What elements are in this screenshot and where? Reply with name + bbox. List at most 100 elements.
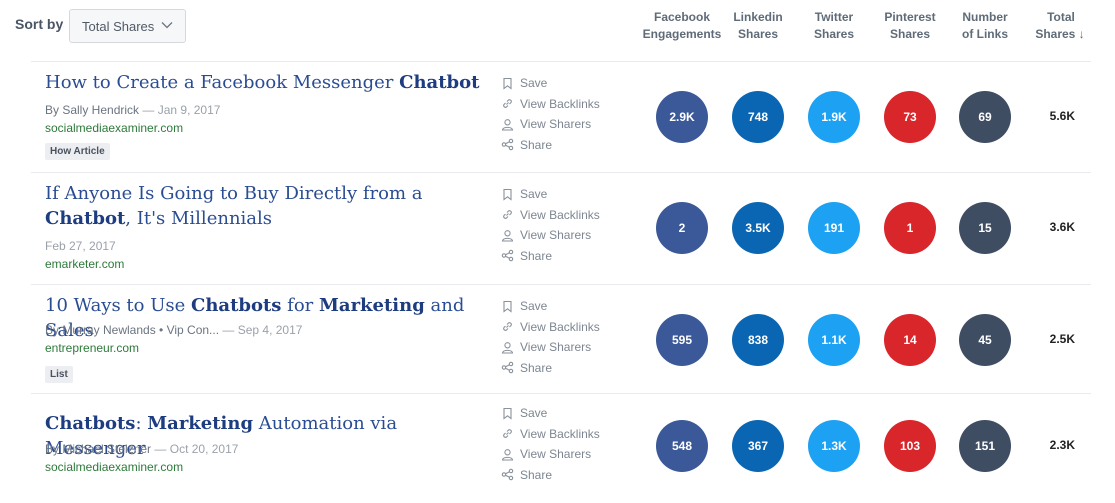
backlinks-action[interactable]: View Backlinks [501,205,600,226]
action-label: View Sharers [520,340,592,355]
article-author[interactable]: By Murray Newlands • Vip Con... [45,323,222,337]
action-label: Share [520,360,553,375]
article-title-link[interactable]: How to Create a Facebook Messenger Chatb… [45,70,485,95]
pinterest-count-badge[interactable]: 103 [884,420,936,472]
article-domain-link[interactable]: socialmediaexaminer.com [45,121,183,135]
twitter-count-badge[interactable]: 1.3K [808,420,860,472]
link-icon [503,99,512,109]
article-row: If Anyone Is Going to Buy Directly from … [31,172,1091,284]
link-icon [503,210,512,220]
link-icon [503,322,512,332]
action-label: View Backlinks [520,426,600,441]
pinterest-count-badge[interactable]: 14 [884,314,936,366]
column-header-line: Shares ↓ [1035,27,1085,41]
action-label: Save [520,76,548,91]
article-meta: Feb 27, 2017 [45,239,116,253]
share-icon [501,249,514,262]
save-action[interactable]: Save [501,73,600,94]
links-count-badge[interactable]: 15 [959,202,1011,254]
user-icon [501,448,514,461]
share-icon [501,138,514,151]
title-keyword: Chatbot [399,72,480,93]
user-icon [501,229,514,242]
article-author[interactable]: By Sally Hendrick [45,103,142,117]
sort-label: Sort by [15,16,64,32]
share-action[interactable]: Share [501,465,600,486]
bookmark-icon [503,77,512,90]
pinterest-count-badge[interactable]: 73 [884,91,936,143]
links-count-badge[interactable]: 69 [959,91,1011,143]
links-count-badge[interactable]: 151 [959,420,1011,472]
bookmark-icon [503,407,512,420]
action-label: Save [520,406,548,421]
sort-dropdown[interactable]: Total Shares [69,9,186,43]
article-actions: Save View Backlinks View Sharers Share [501,73,600,155]
backlinks-action[interactable]: View Backlinks [501,317,600,338]
facebook-count-badge[interactable]: 2 [656,202,708,254]
total-shares-value: 3.6K [1049,220,1075,234]
article-domain-link[interactable]: entrepreneur.com [45,341,139,355]
article-meta: By Sally Hendrick — Jan 9, 2017 [45,103,220,117]
twitter-count-badge[interactable]: 1.9K [808,91,860,143]
sort-selected-value: Total Shares [82,18,155,34]
backlinks-action[interactable]: View Backlinks [501,424,600,445]
column-header-total[interactable]: Total Shares ↓ [1015,9,1105,43]
twitter-count-badge[interactable]: 1.1K [808,314,860,366]
sharers-action[interactable]: View Sharers [501,444,600,465]
facebook-count-badge[interactable]: 2.9K [656,91,708,143]
bookmark-icon [503,188,512,201]
share-action[interactable]: Share [501,246,600,267]
links-count-badge[interactable]: 45 [959,314,1011,366]
user-icon [501,118,514,131]
article-author[interactable]: By Michael Stelzner [45,442,154,456]
sharers-action[interactable]: View Sharers [501,114,600,135]
user-icon [501,341,514,354]
linkedin-count-badge[interactable]: 3.5K [732,202,784,254]
share-action[interactable]: Share [501,358,600,379]
article-row: How to Create a Facebook Messenger Chatb… [31,61,1091,172]
article-title-link[interactable]: If Anyone Is Going to Buy Directly from … [45,181,485,231]
sort-arrow-icon: ↓ [1075,27,1085,41]
title-keyword: Chatbots [45,413,136,434]
title-keyword: Chatbots [191,295,282,316]
title-text: 10 Ways to Use [45,295,191,316]
linkedin-count-badge[interactable]: 838 [732,314,784,366]
share-icon [501,468,514,481]
content-type-badge: List [45,366,73,383]
linkedin-count-badge[interactable]: 367 [732,420,784,472]
save-action[interactable]: Save [501,296,600,317]
facebook-count-badge[interactable]: 595 [656,314,708,366]
linkedin-count-badge[interactable]: 748 [732,91,784,143]
share-action[interactable]: Share [501,135,600,156]
title-text: If Anyone Is Going to Buy Directly from … [45,183,423,204]
title-text: , It's Millennials [125,208,273,229]
action-label: View Sharers [520,447,592,462]
title-keyword: Chatbot [45,208,126,229]
facebook-count-badge[interactable]: 548 [656,420,708,472]
sharers-action[interactable]: View Sharers [501,225,600,246]
action-label: View Backlinks [520,319,600,334]
article-domain-link[interactable]: socialmediaexaminer.com [45,460,183,474]
bookmark-icon [503,300,512,313]
action-label: Save [520,187,548,202]
column-header-line: Total [1047,10,1075,24]
sharers-action[interactable]: View Sharers [501,337,600,358]
title-text: How to Create a Facebook Messenger [45,72,400,93]
backlinks-action[interactable]: View Backlinks [501,94,600,115]
save-action[interactable]: Save [501,403,600,424]
save-action[interactable]: Save [501,184,600,205]
article-meta: By Murray Newlands • Vip Con... — Sep 4,… [45,323,302,337]
share-icon [501,361,514,374]
content-type-badge: How Article [45,143,110,160]
article-domain-link[interactable]: emarketer.com [45,257,124,271]
pinterest-count-badge[interactable]: 1 [884,202,936,254]
link-icon [503,429,512,439]
action-label: View Backlinks [520,207,600,222]
article-date: Oct 20, 2017 [169,442,239,456]
total-shares-value: 2.3K [1049,438,1075,452]
article-row: 10 Ways to Use Chatbots for Marketing an… [31,284,1091,393]
twitter-count-badge[interactable]: 191 [808,202,860,254]
meta-separator: — [142,103,158,117]
chevron-down-icon [161,22,173,29]
action-label: Share [520,248,553,263]
